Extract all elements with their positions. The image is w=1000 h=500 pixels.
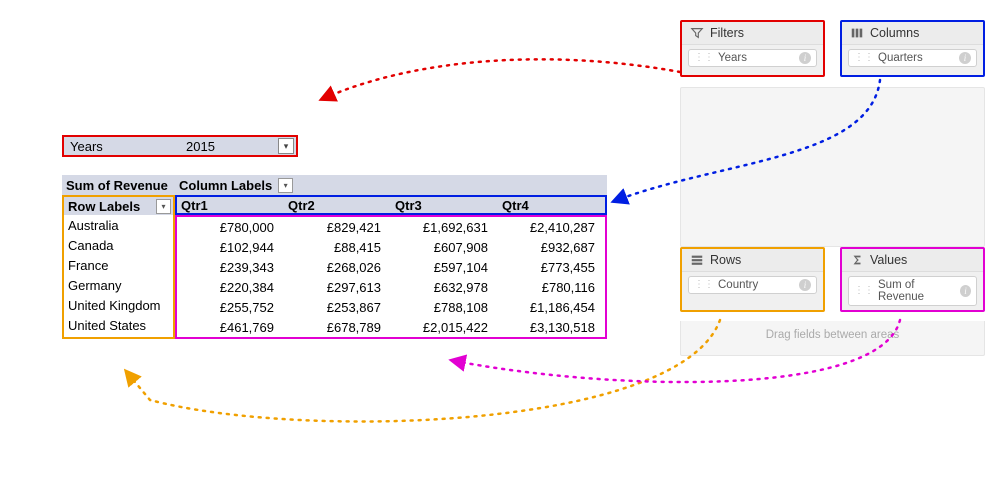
cell: £780,116 xyxy=(498,277,605,297)
cell: £678,789 xyxy=(284,317,391,337)
values-field-label: Sum of Revenue xyxy=(878,279,956,303)
rows-field-pill[interactable]: ⋮⋮ Country i xyxy=(688,276,817,294)
row-labels-dropdown[interactable]: ▾ xyxy=(156,199,171,214)
arrow-filters xyxy=(320,59,680,100)
columns-panel-header: Columns xyxy=(842,22,983,45)
col-header: Qtr4 xyxy=(498,198,605,213)
values-grid: £780,000£829,421£1,692,631£2,410,287 £10… xyxy=(175,215,607,339)
rows-panel-header: Rows xyxy=(682,249,823,272)
row-header: Canada xyxy=(64,235,173,255)
measure-label: Sum of Revenue xyxy=(62,178,175,193)
columns-panel[interactable]: Columns ⋮⋮ Quarters i xyxy=(840,20,985,77)
cell: £788,108 xyxy=(391,297,498,317)
cell: £632,978 xyxy=(391,277,498,297)
info-icon[interactable]: i xyxy=(799,52,811,64)
columns-field-label: Quarters xyxy=(878,52,923,64)
cell: £461,769 xyxy=(177,317,284,337)
drag-handle-icon[interactable]: ⋮⋮ xyxy=(854,286,874,296)
cell: £253,867 xyxy=(284,297,391,317)
row-header: Australia xyxy=(64,215,173,235)
rows-panel-title: Rows xyxy=(710,253,741,267)
cell: £220,384 xyxy=(177,277,284,297)
info-icon[interactable]: i xyxy=(959,52,971,64)
cell: £607,908 xyxy=(391,237,498,257)
cell: £88,415 xyxy=(284,237,391,257)
row-labels-caption: Row Labels xyxy=(68,199,140,214)
cell: £3,130,518 xyxy=(498,317,605,337)
drag-handle-icon[interactable]: ⋮⋮ xyxy=(694,53,714,63)
row-header: France xyxy=(64,255,173,275)
cell: £932,687 xyxy=(498,237,605,257)
cell: £102,944 xyxy=(177,237,284,257)
report-filter-dropdown[interactable]: ▾ xyxy=(278,138,294,154)
cell: £1,186,454 xyxy=(498,297,605,317)
pivot-table: Sum of Revenue Column Labels ▾ Row Label… xyxy=(62,175,607,339)
field-panels: Filters ⋮⋮ Years i Columns ⋮⋮ Quar xyxy=(680,20,985,356)
drag-handle-icon[interactable]: ⋮⋮ xyxy=(694,280,714,290)
info-icon[interactable]: i xyxy=(799,279,811,291)
filters-panel-header: Filters xyxy=(682,22,823,45)
table-row: £780,000£829,421£1,692,631£2,410,287 xyxy=(177,217,605,237)
row-headers: Australia Canada France Germany United K… xyxy=(62,215,175,339)
report-filter-value: 2015 xyxy=(186,139,278,154)
filters-panel[interactable]: Filters ⋮⋮ Years i xyxy=(680,20,825,77)
values-panel-header: Values xyxy=(842,249,983,272)
columns-panel-title: Columns xyxy=(870,26,919,40)
cell: £1,692,631 xyxy=(391,217,498,237)
cell: £773,455 xyxy=(498,257,605,277)
filters-field-pill[interactable]: ⋮⋮ Years i xyxy=(688,49,817,67)
col-header: Qtr3 xyxy=(391,198,498,213)
col-header: Qtr1 xyxy=(177,198,284,213)
filters-field-label: Years xyxy=(718,52,747,64)
cell: £255,752 xyxy=(177,297,284,317)
values-field-pill[interactable]: ⋮⋮ Sum of Revenue i xyxy=(848,276,977,306)
row-header: Germany xyxy=(64,275,173,295)
row-header: United Kingdom xyxy=(64,295,173,315)
filter-icon xyxy=(690,26,704,40)
drag-handle-icon[interactable]: ⋮⋮ xyxy=(854,53,874,63)
info-icon[interactable]: i xyxy=(960,285,971,297)
cell: £268,026 xyxy=(284,257,391,277)
table-row: £220,384£297,613£632,978£780,116 xyxy=(177,277,605,297)
values-panel[interactable]: Values ⋮⋮ Sum of Revenue i xyxy=(840,247,985,312)
table-row: £255,752£253,867£788,108£1,186,454 xyxy=(177,297,605,317)
table-row: £461,769£678,789£2,015,422£3,130,518 xyxy=(177,317,605,337)
column-labels-dropdown[interactable]: ▾ xyxy=(278,178,293,193)
rows-field-label: Country xyxy=(718,279,758,291)
report-filter-label: Years xyxy=(64,139,186,154)
row-header: United States xyxy=(64,315,173,335)
table-row: £102,944£88,415£607,908£932,687 xyxy=(177,237,605,257)
column-labels-caption: Column Labels xyxy=(175,178,276,193)
columns-field-pill[interactable]: ⋮⋮ Quarters i xyxy=(848,49,977,67)
cell: £2,015,422 xyxy=(391,317,498,337)
sigma-icon xyxy=(850,253,864,267)
col-header: Qtr2 xyxy=(284,198,391,213)
cell: £597,104 xyxy=(391,257,498,277)
cell: £297,613 xyxy=(284,277,391,297)
report-filter-bar: Years 2015 ▾ xyxy=(62,135,298,157)
rows-panel[interactable]: Rows ⋮⋮ Country i xyxy=(680,247,825,312)
cell: £780,000 xyxy=(177,217,284,237)
table-row: £239,343£268,026£597,104£773,455 xyxy=(177,257,605,277)
cell: £239,343 xyxy=(177,257,284,277)
columns-icon xyxy=(850,26,864,40)
values-panel-title: Values xyxy=(870,253,907,267)
drag-hint: Drag fields between areas xyxy=(680,321,985,356)
cell: £2,410,287 xyxy=(498,217,605,237)
cell: £829,421 xyxy=(284,217,391,237)
rows-icon xyxy=(690,253,704,267)
column-headers: Qtr1 Qtr2 Qtr3 Qtr4 xyxy=(175,195,607,215)
filters-panel-title: Filters xyxy=(710,26,744,40)
